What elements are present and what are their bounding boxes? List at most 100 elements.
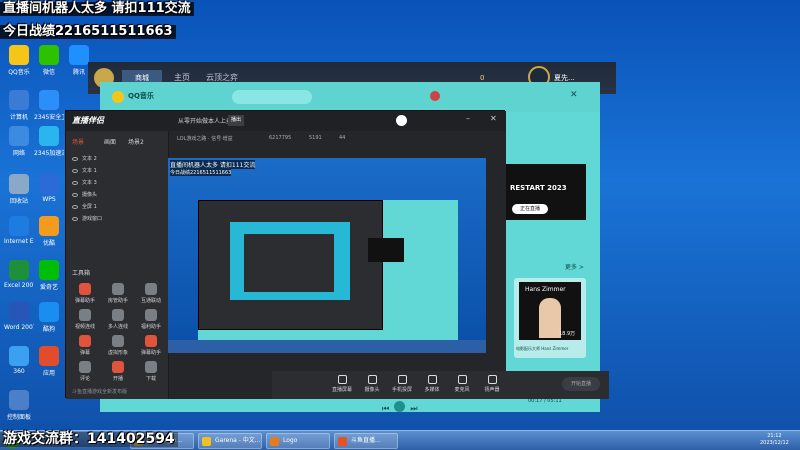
desktop-icon[interactable]: 爱奇艺 [34,260,64,291]
tool-icon [112,283,124,295]
action-button[interactable]: 摄像头 [358,375,386,393]
app-icon [9,90,29,110]
start-live-button[interactable]: 开始直播 [562,377,600,391]
overlay-score: 今日战绩2216511511663 [0,24,176,40]
layer-item[interactable]: 文本 1 [72,167,162,176]
desktop-icon-label: 优酷 [42,240,55,247]
action-icon [427,375,437,384]
eye-icon[interactable] [72,204,78,209]
tool-button[interactable]: 房管助手 [103,283,133,304]
next-icon[interactable]: ⏭ [410,404,417,413]
action-label: 直播屏幕 [331,387,352,393]
desktop-icon[interactable]: 回收站 [4,174,34,205]
tool-button[interactable]: 弹幕助手 [70,283,100,304]
tool-label: 福利助手 [140,324,161,330]
app-icon [9,302,29,322]
layer-item[interactable]: 游戏窗口 [72,215,162,224]
desktop-icon[interactable]: QQ音乐 [4,45,34,76]
desktop-icon-label: 2345安全卫士 [34,114,64,121]
tool-icon [112,335,124,347]
tool-button[interactable]: 弹幕助手 [136,335,166,356]
action-icon [487,375,497,384]
clock[interactable]: 21:12 2023/12/12 [760,433,789,447]
desktop-icon-label: 2345加速浏览器 [34,150,64,157]
desktop-icon[interactable]: WPS [34,174,64,203]
tool-button[interactable]: 互通联动 [136,283,166,304]
desktop-icon[interactable]: 优酷 [34,216,64,247]
action-icon [457,375,467,384]
desktop-icon[interactable]: 应用 [34,346,64,377]
fan-count: 44 [339,135,346,141]
action-button[interactable]: 多媒体 [418,375,446,393]
tool-button[interactable]: 弹幕 [70,335,100,356]
desktop-icon[interactable]: 2345加速浏览器 [34,126,64,157]
desktop-icon[interactable]: Word 2007 [4,302,34,331]
desktop-icon[interactable]: 2345安全卫士 [34,90,64,121]
tool-button[interactable]: 视频连线 [70,309,100,330]
overlay-group: 游戏交流群：141402594 [0,431,178,448]
tool-button[interactable]: 开播 [103,361,133,382]
desktop-icon[interactable]: 计算机 [4,90,34,121]
taskbar-button[interactable]: Garena - 中文... [198,433,262,449]
artist-card[interactable]: Hans Zimmer 18.9万 电影配乐大师 Hans Zimmer [514,278,586,358]
app-icon [9,45,29,65]
preview-card [368,238,404,262]
live-now-button[interactable]: 正在直播 [512,204,548,214]
eye-icon[interactable] [72,168,78,173]
desktop-icon[interactable]: Excel 2007 [4,260,34,289]
layer-item[interactable]: 文本 2 [72,155,162,164]
taskbar-button[interactable]: 斗鱼直播... [334,433,398,449]
layer-item[interactable]: 文本 3 [72,179,162,188]
tool-label: 视频连线 [74,324,95,330]
close-icon[interactable]: ✕ [490,114,497,123]
app-icon [9,126,29,146]
desktop-icon[interactable]: 控制面板 [4,390,34,421]
eye-icon[interactable] [72,192,78,197]
action-button[interactable]: 扬声器 [478,375,506,393]
qq-music-title: QQ音乐 [128,92,154,100]
action-label: 多媒体 [424,387,440,393]
tool-button[interactable]: 虚拟形象 [103,335,133,356]
taskbar-button[interactable]: Logo [266,433,330,449]
eye-icon[interactable] [72,156,78,161]
tool-icon [79,361,91,373]
publish-button[interactable]: 播出 [228,115,244,126]
action-label: 摄像头 [364,387,380,393]
tool-button[interactable]: 下载 [136,361,166,382]
search-input[interactable] [232,90,312,104]
action-icon [337,375,347,384]
tool-button[interactable]: 评论 [70,361,100,382]
desktop-icon[interactable]: Internet Explorer [4,216,34,245]
more-link[interactable]: 更多 > [565,262,584,271]
layer-item[interactable]: 全屏 1 [72,203,162,212]
action-button[interactable]: 直播屏幕 [328,375,356,393]
layer-item[interactable]: 摄像头 [72,191,162,200]
tab-scene[interactable]: 场景 [72,137,84,146]
tool-label: 评论 [79,376,90,382]
desktop-icon[interactable]: 酷狗 [34,302,64,333]
tool-button[interactable]: 福利助手 [136,309,166,330]
play-icon[interactable] [394,401,406,412]
prev-icon[interactable]: ⏮ [382,404,389,413]
tab-screen[interactable]: 画面 [104,137,116,146]
restart-live-card[interactable]: RESTART 2023 正在直播 [504,164,586,220]
action-button[interactable]: 手机投屏 [388,375,416,393]
person-figure [539,298,561,338]
app-icon [39,302,59,322]
close-icon[interactable]: ✕ [570,90,578,100]
tab-scene-2[interactable]: 场景2 [128,137,144,146]
minimize-icon[interactable]: – [466,114,470,123]
tool-label: 下载 [145,376,156,382]
tool-button[interactable]: 多人连线 [103,309,133,330]
desktop-icon[interactable]: 微信 [34,45,64,76]
desktop-icon[interactable]: 360 [4,346,34,375]
eye-icon[interactable] [72,216,78,221]
action-button[interactable]: 麦克风 [448,375,476,393]
broadcaster-logo: 直播伴侣 [72,116,104,125]
user-avatar[interactable] [430,91,440,101]
tool-icon [145,335,157,347]
eye-icon[interactable] [72,180,78,185]
desktop-icon[interactable]: 网络 [4,126,34,157]
desktop-icon-label: Internet Explorer [4,238,34,245]
user-avatar-broadcaster[interactable] [396,115,407,126]
